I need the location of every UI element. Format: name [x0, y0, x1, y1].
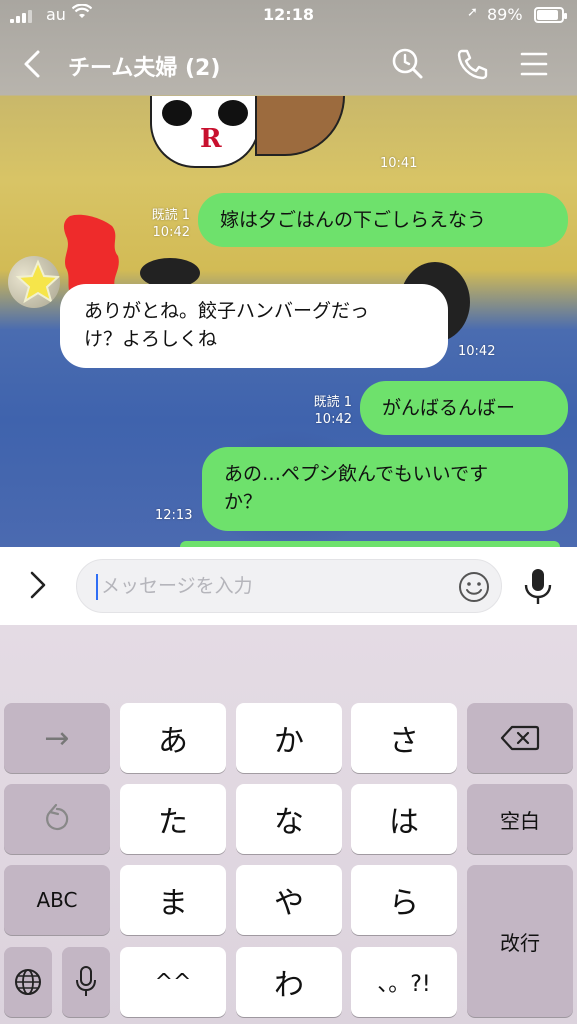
key-punctuation[interactable]: 、。?!	[351, 947, 457, 1017]
key-dictation[interactable]	[62, 947, 110, 1017]
message-time: 10:42	[458, 344, 496, 359]
key-ka[interactable]: か	[236, 703, 342, 773]
message-time: 10:42	[314, 412, 352, 427]
outgoing-message-bubble[interactable]: がんばるんばー	[360, 381, 568, 435]
message-text-line: け？よろしくね	[84, 328, 218, 350]
key-wa[interactable]: わ	[236, 947, 342, 1017]
chat-title: チーム夫婦 (2)	[68, 56, 221, 81]
read-receipt: 既読 1	[313, 395, 352, 410]
key-return[interactable]: 改行	[467, 865, 573, 1017]
message-text-line: ありがとね。餃子ハンバーグだっ	[84, 300, 370, 322]
search-icon	[392, 48, 423, 79]
key-undo[interactable]	[4, 784, 110, 854]
undo-icon	[46, 803, 69, 831]
call-button[interactable]	[452, 44, 492, 84]
battery-icon	[534, 7, 567, 23]
key-ya[interactable]: や	[236, 865, 342, 935]
key-ha[interactable]: は	[351, 784, 457, 854]
sticker-image: R	[150, 96, 260, 168]
key-arrow-right[interactable]: →	[4, 703, 110, 773]
message-time: 12:13	[155, 508, 193, 523]
message-meta: 既読 1 10:42	[140, 207, 190, 241]
menu-icon	[520, 52, 548, 76]
key-ta[interactable]: た	[120, 784, 226, 854]
phone-icon	[457, 49, 488, 80]
location-icon: ➚	[467, 5, 478, 20]
expand-button[interactable]	[22, 565, 52, 605]
key-kaomoji[interactable]: ^^	[120, 947, 226, 1017]
keyboard: → あ か さ た な は 空白 ABC ま や ら 改行 ^^ わ 、。?!	[0, 625, 577, 1024]
incoming-message-bubble[interactable]: ありがとね。餃子ハンバーグだっ け？よろしくね	[60, 284, 448, 368]
smiley-icon	[459, 572, 489, 602]
key-ra[interactable]: ら	[351, 865, 457, 935]
message-time: 10:41	[380, 156, 418, 171]
key-a[interactable]: あ	[120, 703, 226, 773]
sticker-decoration	[255, 96, 345, 156]
microphone-icon	[524, 569, 552, 604]
key-globe[interactable]	[4, 947, 52, 1017]
chevron-right-icon	[30, 571, 46, 599]
search-button[interactable]	[388, 44, 428, 84]
battery-percent: 89%	[487, 5, 523, 24]
microphone-icon	[76, 966, 96, 996]
avatar[interactable]	[8, 256, 60, 308]
chat-header: チーム夫婦 (2)	[0, 32, 577, 96]
message-text: 嫁は夕ごはんの下ごしらえなう	[220, 209, 487, 231]
key-backspace[interactable]	[467, 703, 573, 773]
message-input[interactable]	[76, 559, 502, 613]
message-composer	[0, 547, 577, 625]
voice-button[interactable]	[520, 565, 556, 607]
message-text-line: あの…ペプシ飲んでもいいです	[224, 463, 489, 485]
key-abc[interactable]: ABC	[4, 865, 110, 935]
chevron-left-icon	[24, 50, 40, 78]
back-button[interactable]	[18, 44, 48, 84]
backspace-icon	[500, 725, 540, 751]
message-meta: 既読 1 10:42	[302, 394, 352, 428]
outgoing-message-bubble[interactable]: 嫁は夕ごはんの下ごしらえなう	[198, 193, 568, 247]
key-na[interactable]: な	[236, 784, 342, 854]
text-caret	[96, 574, 98, 600]
globe-icon	[15, 969, 41, 995]
key-space[interactable]: 空白	[467, 784, 573, 854]
message-text-line: か？	[224, 491, 263, 513]
star-icon	[15, 259, 60, 304]
key-sa[interactable]: さ	[351, 703, 457, 773]
message-text: がんばるんばー	[382, 397, 516, 419]
key-ma[interactable]: ま	[120, 865, 226, 935]
status-bar: au 12:18 ➚ 89%	[0, 0, 577, 32]
read-receipt: 既読 1	[151, 208, 190, 223]
outgoing-message-bubble[interactable]: あの…ペプシ飲んでもいいです か？	[202, 447, 568, 531]
menu-button[interactable]	[514, 44, 554, 84]
message-time: 10:42	[152, 225, 190, 240]
emoji-button[interactable]	[456, 569, 492, 605]
